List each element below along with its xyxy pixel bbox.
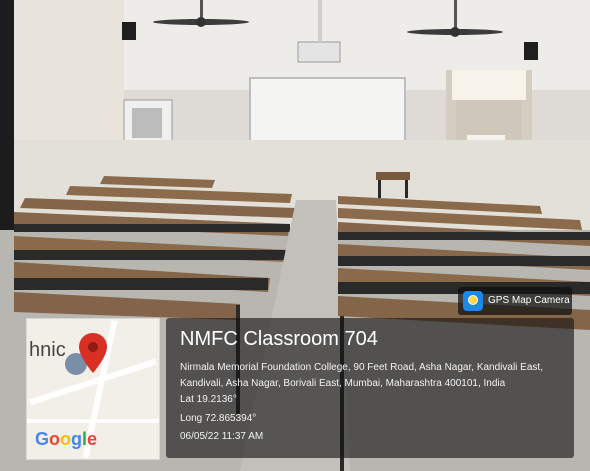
- google-logo-letter: g: [71, 429, 83, 449]
- classroom-photo: GPS Map Camera hnic Google NMFC Classroo…: [0, 0, 590, 471]
- google-logo: Google: [35, 429, 97, 450]
- speaker-right: [524, 42, 538, 60]
- projector: [297, 41, 341, 63]
- google-logo-letter: e: [87, 429, 98, 449]
- google-logo-letter: o: [49, 429, 61, 449]
- app-badge-label: GPS Map Camera: [488, 295, 570, 306]
- door-transom: [452, 70, 526, 100]
- date-time: 06/05/22 11:37 AM: [180, 431, 264, 442]
- google-logo-letter: G: [35, 429, 50, 449]
- google-logo-letter: o: [60, 429, 72, 449]
- map-camera-icon: [463, 291, 483, 311]
- map-thumbnail: hnic Google: [26, 318, 160, 460]
- map-road: [27, 419, 159, 423]
- map-place-label: hnic: [29, 339, 66, 361]
- teacher-desk: [376, 172, 410, 180]
- place-address: Nirmala Memorial Foundation College, 90 …: [180, 362, 543, 389]
- latitude: Lat 19.2136°: [180, 394, 237, 405]
- longitude: Long 72.865394°: [180, 413, 257, 424]
- speaker-left: [122, 22, 136, 40]
- geotag-info-panel: NMFC Classroom 704 Nirmala Memorial Foun…: [166, 318, 574, 458]
- map-pin-icon: [79, 333, 107, 373]
- wall-cabinet-panel: [132, 108, 162, 138]
- place-title: NMFC Classroom 704: [180, 328, 378, 350]
- projector-mount: [318, 0, 322, 42]
- gps-map-camera-badge: GPS Map Camera: [458, 287, 572, 315]
